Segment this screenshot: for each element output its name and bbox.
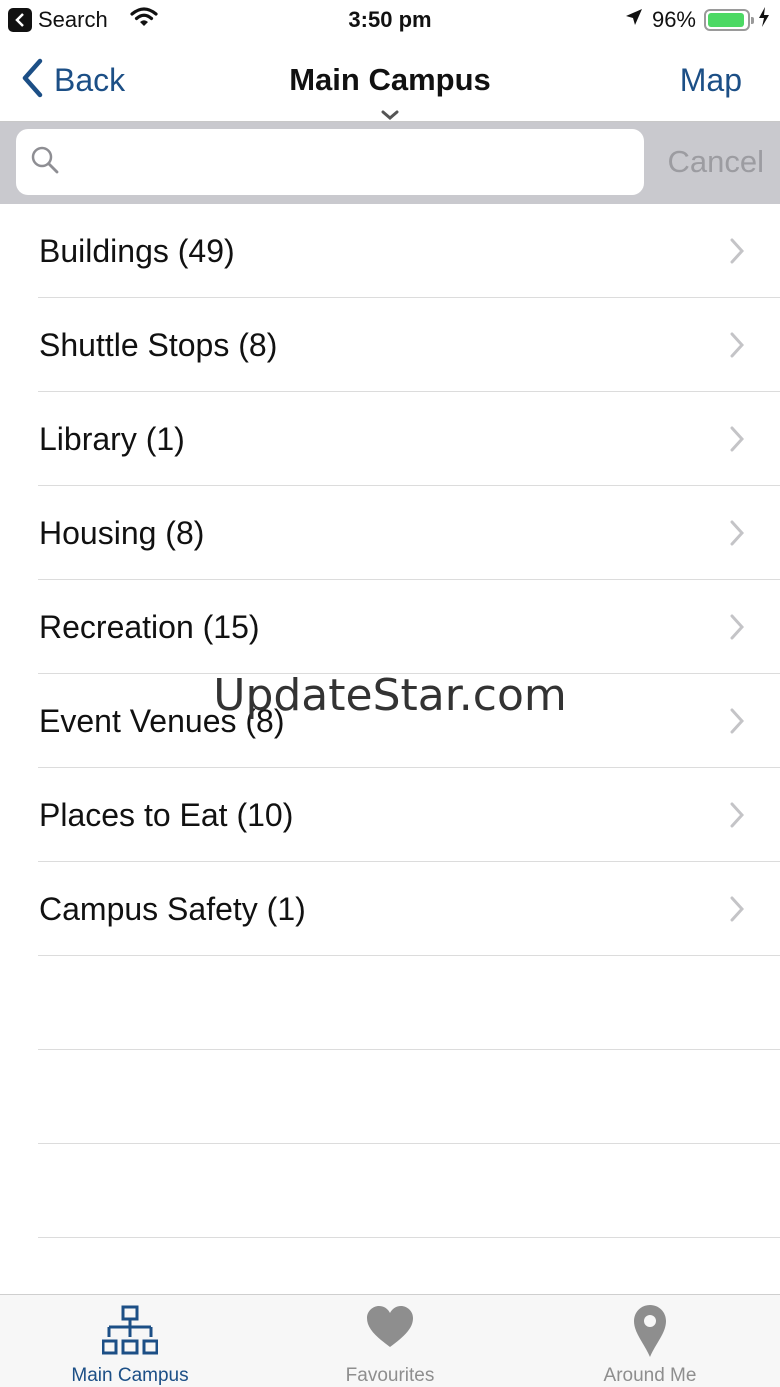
- chevron-right-icon: [730, 332, 745, 363]
- navigation-bar: Back Main Campus Map: [0, 40, 780, 122]
- list-item-label: Recreation (15): [39, 608, 260, 645]
- chevron-right-icon: [730, 238, 745, 269]
- chevron-right-icon: [730, 614, 745, 645]
- search-field[interactable]: [16, 129, 644, 195]
- tab-bar: Main Campus Favourites Around Me: [0, 1294, 780, 1387]
- chevron-right-icon: [730, 802, 745, 833]
- chevron-right-icon: [730, 708, 745, 739]
- chevron-right-icon: [730, 426, 745, 457]
- list-item-places-to-eat[interactable]: Places to Eat (10): [0, 768, 780, 862]
- category-list: Buildings (49) Shuttle Stops (8) Library…: [0, 204, 780, 1238]
- tab-label: Main Campus: [71, 1365, 189, 1386]
- list-item-housing[interactable]: Housing (8): [0, 486, 780, 580]
- sitemap-icon: [0, 1303, 260, 1359]
- tab-around-me[interactable]: Around Me: [520, 1295, 780, 1387]
- tab-label: Around Me: [603, 1365, 697, 1386]
- list-item-buildings[interactable]: Buildings (49): [0, 204, 780, 298]
- battery-icon: [704, 8, 754, 31]
- search-input[interactable]: [72, 146, 632, 178]
- list-item-label: Places to Eat (10): [39, 796, 294, 833]
- map-pin-icon: [520, 1303, 780, 1359]
- list-item-label: Shuttle Stops (8): [39, 326, 278, 363]
- chevron-right-icon: [730, 520, 745, 551]
- battery-percent: 96%: [651, 6, 696, 32]
- list-item-label: Event Venues (8): [39, 702, 285, 739]
- list-item-event-venues[interactable]: Event Venues (8): [0, 674, 780, 768]
- list-item-label: Campus Safety (1): [39, 890, 306, 927]
- empty-row: [0, 1050, 780, 1144]
- list-item-label: Buildings (49): [39, 232, 235, 269]
- tab-main-campus[interactable]: Main Campus: [0, 1295, 260, 1387]
- battery-fill: [708, 12, 745, 27]
- cancel-button[interactable]: Cancel: [668, 144, 765, 180]
- heart-icon: [260, 1303, 520, 1353]
- status-bar: Search 3:50 pm 96%: [0, 0, 780, 40]
- charging-bolt-icon: [758, 6, 770, 33]
- list-item-recreation[interactable]: Recreation (15): [0, 580, 780, 674]
- list-item-label: Housing (8): [39, 514, 205, 551]
- search-bar: Cancel: [0, 122, 780, 204]
- tab-label: Favourites: [345, 1365, 435, 1386]
- list-item-shuttle-stops[interactable]: Shuttle Stops (8): [0, 298, 780, 392]
- empty-row: [0, 1144, 780, 1238]
- list-item-campus-safety[interactable]: Campus Safety (1): [0, 862, 780, 956]
- list-item-library[interactable]: Library (1): [0, 392, 780, 486]
- search-icon: [30, 145, 60, 180]
- chevron-right-icon: [730, 896, 745, 927]
- tab-favourites[interactable]: Favourites: [260, 1295, 520, 1387]
- list-item-label: Library (1): [39, 420, 185, 457]
- empty-row: [0, 956, 780, 1050]
- location-arrow-icon: [624, 7, 644, 32]
- map-button[interactable]: Map: [680, 62, 742, 99]
- page-title[interactable]: Main Campus: [0, 62, 780, 98]
